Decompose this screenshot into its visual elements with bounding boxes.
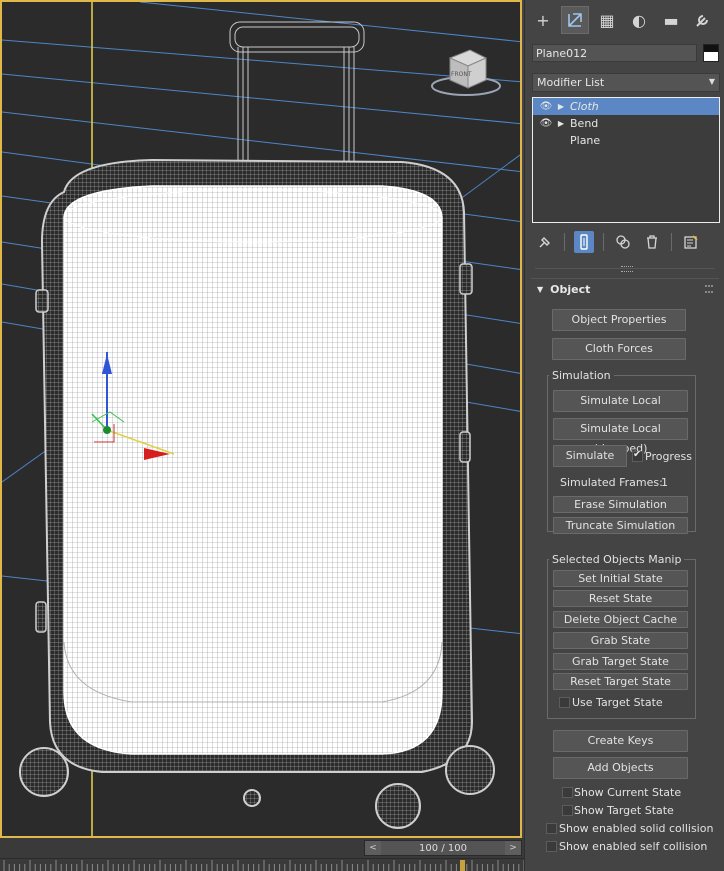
- utilities-icon: [696, 15, 708, 27]
- view-cube-label: FRONT: [451, 71, 472, 78]
- rollout-title: Object: [550, 282, 591, 296]
- modifier-list-label: Modifier List: [537, 76, 605, 89]
- object-properties-button[interactable]: Object Properties: [552, 309, 686, 331]
- motion-icon: ◐: [632, 10, 646, 30]
- expand-icon[interactable]: ▶: [555, 119, 567, 128]
- panel-divider[interactable]: [535, 266, 715, 272]
- delete-object-cache-button[interactable]: Delete Object Cache: [553, 611, 688, 628]
- show-self-collision-checkbox[interactable]: [546, 841, 557, 852]
- motion-tab[interactable]: ◐: [625, 6, 653, 34]
- suitcase-handle: [229, 21, 365, 172]
- grab-state-button[interactable]: Grab State: [553, 632, 688, 649]
- ruler-ticks: [3, 860, 524, 871]
- view-cube[interactable]: FRONT: [431, 49, 501, 96]
- show-target-state-checkbox[interactable]: [562, 805, 573, 816]
- show-solid-collision-checkbox[interactable]: [546, 823, 557, 834]
- hierarchy-tab[interactable]: ▦: [593, 6, 621, 34]
- time-readout: 100 / 100: [419, 842, 467, 854]
- modifier-stack: 👁 ▶ Cloth 👁 ▶ Bend Plane: [532, 97, 720, 223]
- create-icon: +: [536, 10, 550, 30]
- show-target-state-label: Show Target State: [574, 804, 674, 817]
- time-slider[interactable]: < 100 / 100 >: [364, 840, 522, 856]
- show-solid-collision-label: Show enabled solid collision: [559, 822, 714, 835]
- progress-label: Progress: [645, 450, 692, 463]
- expand-icon[interactable]: ▶: [555, 102, 567, 111]
- stack-item-label: Bend: [570, 117, 599, 130]
- modify-icon: [568, 13, 582, 27]
- object-color-swatch[interactable]: [703, 44, 719, 62]
- simulation-group-title: Simulation: [549, 369, 614, 382]
- hierarchy-icon: ▦: [599, 10, 615, 30]
- simulate-button[interactable]: Simulate: [553, 445, 627, 467]
- set-initial-state-button[interactable]: Set Initial State: [553, 570, 688, 587]
- simulate-local-button[interactable]: Simulate Local: [553, 390, 688, 412]
- simulate-local-damped-button[interactable]: Simulate Local (damped): [553, 418, 688, 455]
- reset-target-state-button[interactable]: Reset Target State: [553, 673, 688, 690]
- create-keys-button[interactable]: Create Keys: [553, 730, 688, 752]
- simulated-frames-value: 1: [661, 476, 668, 489]
- collapse-arrow-icon: ▼: [537, 284, 544, 294]
- modify-tab[interactable]: [561, 6, 589, 34]
- make-unique-icon[interactable]: [613, 231, 633, 253]
- manip-group-title: Selected Objects Manip: [549, 553, 685, 566]
- drag-handle-icon[interactable]: [705, 285, 713, 293]
- panel-tabs: + ▦ ◐ ▬: [525, 6, 724, 36]
- time-next-button[interactable]: >: [505, 841, 521, 855]
- cloth-forces-button[interactable]: Cloth Forces: [552, 338, 686, 360]
- create-tab[interactable]: +: [529, 6, 557, 34]
- command-panel: + ▦ ◐ ▬ Plane012 Modifier List ▼ 👁 ▶ Clo…: [524, 0, 724, 871]
- show-self-collision-label: Show enabled self collision: [559, 840, 708, 853]
- stack-item-label: Cloth: [570, 100, 599, 113]
- utilities-tab[interactable]: [689, 6, 717, 34]
- show-current-state-label: Show Current State: [574, 786, 682, 799]
- stack-item-cloth[interactable]: 👁 ▶ Cloth: [533, 98, 719, 115]
- time-prev-button[interactable]: <: [365, 841, 381, 855]
- eye-icon[interactable]: 👁: [537, 101, 555, 112]
- viewport-scene: FRONT: [2, 2, 520, 836]
- trash-icon[interactable]: [642, 231, 662, 253]
- stack-item-bend[interactable]: 👁 ▶ Bend: [533, 115, 719, 132]
- stack-item-label: Plane: [570, 134, 601, 147]
- time-marker[interactable]: [460, 860, 465, 871]
- object-rollout: ▼ Object Object Properties Cloth Forces …: [531, 278, 719, 871]
- configure-sets-icon[interactable]: [681, 231, 701, 253]
- display-icon: ▬: [663, 10, 679, 30]
- show-end-result-icon[interactable]: [574, 231, 594, 253]
- simulated-frames-label: Simulated Frames:: [560, 476, 663, 489]
- stack-toolbar: [532, 230, 720, 254]
- cloth-mesh: [63, 185, 443, 755]
- timeline-ruler[interactable]: [0, 858, 524, 871]
- eye-icon[interactable]: 👁: [537, 118, 555, 129]
- display-tab[interactable]: ▬: [657, 6, 685, 34]
- use-target-state-label: Use Target State: [572, 696, 663, 709]
- use-target-state-checkbox[interactable]: [559, 697, 570, 708]
- truncate-simulation-button[interactable]: Truncate Simulation: [553, 517, 688, 534]
- modifier-list-dropdown[interactable]: Modifier List ▼: [532, 73, 720, 92]
- add-objects-button[interactable]: Add Objects: [553, 757, 688, 779]
- rollout-header[interactable]: ▼ Object: [531, 279, 719, 299]
- stack-item-plane[interactable]: Plane: [533, 132, 719, 149]
- progress-checkbox[interactable]: [632, 449, 643, 462]
- grab-target-state-button[interactable]: Grab Target State: [553, 653, 688, 670]
- pin-stack-icon[interactable]: [535, 231, 555, 253]
- object-name-field[interactable]: Plane012: [532, 44, 697, 62]
- erase-simulation-button[interactable]: Erase Simulation: [553, 496, 688, 513]
- show-current-state-checkbox[interactable]: [562, 787, 573, 798]
- perspective-viewport[interactable]: FRONT: [0, 0, 522, 838]
- reset-state-button[interactable]: Reset State: [553, 590, 688, 607]
- chevron-down-icon: ▼: [708, 77, 715, 86]
